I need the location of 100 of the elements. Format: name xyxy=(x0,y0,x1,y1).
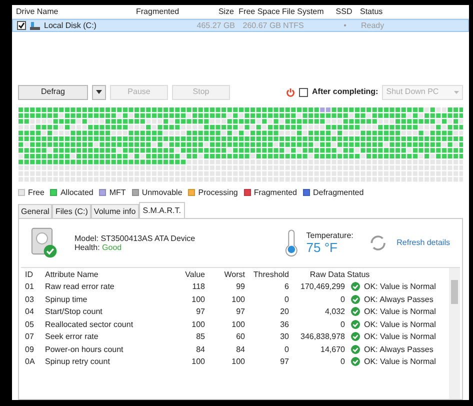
legend-label: Free xyxy=(28,188,44,198)
tab[interactable]: Files (C:) xyxy=(52,204,91,218)
table-cell-text: Reallocated sector count xyxy=(45,320,134,330)
drive-status: Ready xyxy=(361,20,386,30)
table-cell-text: 6 xyxy=(284,282,289,292)
table-cell-text: 0 xyxy=(340,357,345,367)
status-cell: OK: Value is Normal xyxy=(364,282,436,292)
legend-label: Fragmented xyxy=(254,188,297,198)
ok-check-icon xyxy=(351,320,360,329)
table-cell-text: Start/Stop count xyxy=(45,307,104,317)
caret-icon xyxy=(454,90,459,94)
table-cell-text: 0 xyxy=(340,294,345,304)
tab[interactable]: General xyxy=(18,204,52,218)
table-cell-text: 100 xyxy=(190,357,205,367)
legend-label: Defragmented xyxy=(313,188,364,198)
legend-label: Unmovable xyxy=(142,188,182,198)
column-header[interactable]: ID xyxy=(25,270,43,280)
table-cell-text: 100 xyxy=(190,294,205,304)
legend-label: Allocated xyxy=(60,188,94,198)
column-header[interactable]: Threshold xyxy=(247,270,289,280)
drive-size: 465.27 GB xyxy=(196,20,235,30)
column-header[interactable]: Value xyxy=(169,270,205,280)
drive-name: Local Disk (C:) xyxy=(44,20,96,30)
ok-check-icon xyxy=(351,282,360,292)
table-cell-text: 30 xyxy=(279,332,289,342)
table-cell-text: 84 xyxy=(195,344,205,354)
drive-icon xyxy=(30,22,40,30)
table-cell-text: Raw read error rate xyxy=(45,282,116,292)
tab[interactable]: S.M.A.R.T. xyxy=(138,202,185,218)
drive-checkbox[interactable] xyxy=(17,21,26,30)
table-cell-text: 20 xyxy=(279,307,289,317)
table-cell-text: 14,670 xyxy=(320,344,345,354)
model-text: Model: ST3500413AS ATA Device xyxy=(74,234,196,244)
scroll-thumb[interactable] xyxy=(451,280,458,304)
dropdown-button[interactable] xyxy=(92,84,106,100)
table-cell-text: 100 xyxy=(230,294,245,304)
column-header[interactable]: Free Space xyxy=(236,6,280,16)
health-label: Health: xyxy=(74,243,100,252)
scrollbar[interactable] xyxy=(449,268,460,399)
table-cell-text: 03 xyxy=(25,294,35,304)
column-header[interactable]: Fragmented xyxy=(136,6,186,16)
table-cell-text: 60 xyxy=(235,332,245,342)
status-cell: OK: Value is Normal xyxy=(364,332,436,342)
legend-label: Processing xyxy=(198,188,238,198)
table-cell-text: 97 xyxy=(195,307,205,317)
table-cell-text: 100 xyxy=(230,320,245,330)
table-cell-text: 84 xyxy=(235,344,245,354)
table-cell-text: 0 xyxy=(284,294,289,304)
table-cell-text: 97 xyxy=(279,357,289,367)
table-cell-text: 09 xyxy=(25,344,35,354)
table-cell-text: Seek error rate xyxy=(45,332,100,342)
table-cell-text: 0 xyxy=(340,320,345,330)
thermometer-icon xyxy=(285,229,298,258)
drive-ssd: • xyxy=(342,20,348,30)
status-cell: OK: Always Passes xyxy=(364,344,434,354)
health-value: Good xyxy=(102,243,122,252)
column-header[interactable]: Attribute Name xyxy=(45,270,167,280)
column-header[interactable]: Status xyxy=(347,270,446,280)
ok-check-icon xyxy=(351,307,360,316)
temperature-value: 75 °F xyxy=(306,240,338,256)
table-cell-text: 100 xyxy=(190,320,205,330)
status-cell: OK: Value is Normal xyxy=(364,357,436,367)
column-header[interactable]: File System xyxy=(282,6,328,16)
drive-row[interactable]: Local Disk (C:) 465.27 GB 260.67 GB NTFS • Ready xyxy=(12,19,469,32)
ok-check-icon xyxy=(351,294,360,304)
table-cell-text: 01 xyxy=(25,282,35,292)
column-header[interactable]: Worst xyxy=(207,270,245,280)
column-header[interactable]: Raw Data xyxy=(291,270,345,280)
table-cell-text: Power-on hours count xyxy=(45,344,124,354)
table-cell-text: 100 xyxy=(230,357,245,367)
power-icon xyxy=(286,88,295,96)
table-cell-text: 99 xyxy=(235,282,245,292)
ok-check-icon xyxy=(351,344,360,354)
table-cell-text: Spinup time xyxy=(45,294,88,304)
table-cell-text: 118 xyxy=(191,282,205,292)
temperature-label: Temperature: xyxy=(306,230,354,240)
drive-free-space: 260.67 GB xyxy=(242,20,281,30)
table-cell-text: 4,032 xyxy=(324,307,345,317)
toolbar-button[interactable]: Defrag xyxy=(18,84,88,100)
column-header[interactable]: Size xyxy=(188,6,234,16)
table-cell-text: 04 xyxy=(25,307,35,317)
column-header[interactable]: Drive Name xyxy=(16,6,134,16)
status-cell: OK: Value is Normal xyxy=(364,307,436,317)
column-header[interactable]: SSD xyxy=(330,6,358,16)
ok-check-icon xyxy=(351,357,360,366)
caret-icon xyxy=(96,90,102,94)
ok-check-icon xyxy=(351,332,360,342)
drive-file-system: NTFS xyxy=(283,20,305,30)
tab[interactable]: Volume info xyxy=(90,204,139,218)
table-cell-text: 05 xyxy=(25,320,35,330)
status-cell: OK: Value is Normal xyxy=(364,320,436,330)
table-cell-text: 346,838,978 xyxy=(300,332,345,342)
table-cell-text: 85 xyxy=(195,332,205,342)
hard-drive-icon xyxy=(31,226,58,260)
table-cell-text: 97 xyxy=(235,307,245,317)
table-cell-text: 36 xyxy=(279,320,289,330)
table-cell-text: 0 xyxy=(284,344,289,354)
legend-label: MFT xyxy=(109,188,126,198)
refresh-details-link[interactable]: Refresh details xyxy=(396,238,450,248)
column-header[interactable]: Status xyxy=(360,6,465,16)
